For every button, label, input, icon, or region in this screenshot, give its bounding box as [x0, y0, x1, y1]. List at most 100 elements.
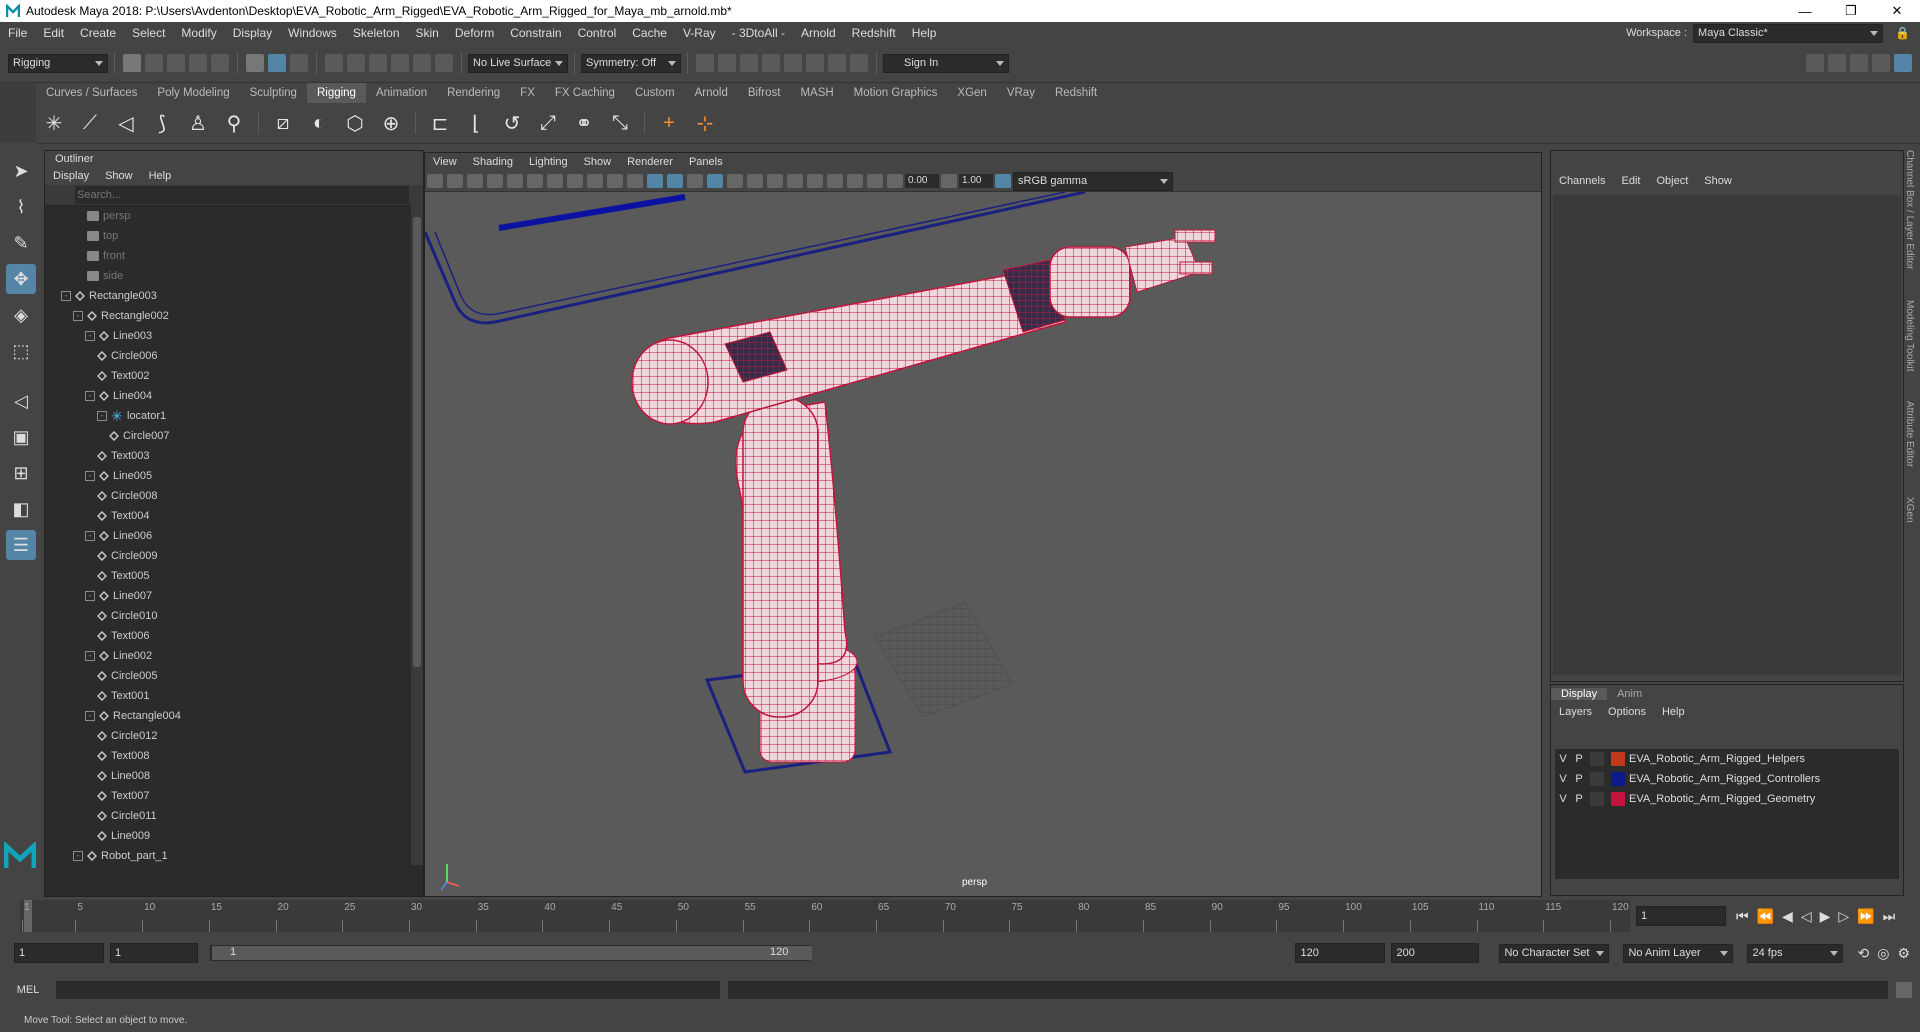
lock-icon[interactable]: 🔒: [1895, 26, 1910, 40]
shelf-tab-poly-modeling[interactable]: Poly Modeling: [147, 83, 239, 103]
smooth-bind-icon[interactable]: ⧄: [269, 109, 297, 137]
outliner-row[interactable]: Text001: [45, 686, 423, 706]
object-menu[interactable]: Object: [1648, 175, 1696, 187]
menu-skin[interactable]: Skin: [408, 26, 447, 40]
layer-type-toggle[interactable]: [1590, 772, 1604, 786]
move-tool-icon[interactable]: ✥: [6, 264, 36, 294]
resolution-gate-icon[interactable]: [547, 174, 563, 188]
playback-end-field[interactable]: 120: [1295, 943, 1386, 963]
cluster-icon[interactable]: ⊕: [377, 109, 405, 137]
outliner-row[interactable]: Text003: [45, 446, 423, 466]
shelf-tab-motion-graphics[interactable]: Motion Graphics: [844, 83, 948, 103]
collapse-toggle[interactable]: -: [61, 291, 71, 301]
shelf-tab-custom[interactable]: Custom: [625, 83, 685, 103]
live-surface-dropdown[interactable]: No Live Surface: [468, 53, 568, 73]
command-input[interactable]: [56, 981, 720, 999]
outliner-row[interactable]: Text008: [45, 746, 423, 766]
collapse-toggle[interactable]: -: [85, 531, 95, 541]
collapse-toggle[interactable]: -: [85, 651, 95, 661]
gamma-field[interactable]: 1.00: [959, 174, 993, 188]
play-backwards-icon[interactable]: ◁: [1801, 908, 1812, 925]
outliner-row[interactable]: - Rectangle003: [45, 286, 423, 306]
collapse-toggle[interactable]: -: [73, 851, 83, 861]
smooth-shade-icon[interactable]: [667, 174, 683, 188]
shelf-tab-curves-surfaces[interactable]: Curves / Surfaces: [36, 83, 147, 103]
layer-type-toggle[interactable]: [1590, 792, 1604, 806]
scale-tool-icon[interactable]: ⬚: [6, 336, 36, 366]
collapse-toggle[interactable]: -: [97, 411, 107, 421]
outliner-row[interactable]: - Line007: [45, 586, 423, 606]
grid-toggle-icon[interactable]: [507, 174, 523, 188]
outliner-row[interactable]: - Line006: [45, 526, 423, 546]
close-button[interactable]: ✕: [1874, 3, 1920, 19]
playback-start-field[interactable]: 1: [110, 943, 198, 963]
outliner-row[interactable]: - Line003: [45, 326, 423, 346]
collapse-toggle[interactable]: -: [85, 391, 95, 401]
snap-curve-icon[interactable]: [347, 54, 365, 72]
exposure-icon[interactable]: [887, 174, 903, 188]
layer-name[interactable]: EVA_Robotic_Arm_Rigged_Controllers: [1629, 773, 1820, 785]
loop-icon[interactable]: ⟲: [1857, 945, 1869, 962]
snap-view-plane-icon[interactable]: [391, 54, 409, 72]
menu-constrain[interactable]: Constrain: [502, 26, 569, 40]
viewport-menu-renderer[interactable]: Renderer: [619, 156, 681, 168]
shelf-tab-redshift[interactable]: Redshift: [1045, 83, 1107, 103]
open-scene-icon[interactable]: [145, 54, 163, 72]
outliner-row[interactable]: - ✳ locator1: [45, 406, 423, 426]
layer-color-swatch[interactable]: [1611, 772, 1625, 786]
viewport-menu-view[interactable]: View: [425, 156, 465, 168]
add-plus-icon[interactable]: +: [655, 109, 683, 137]
ik-spline-icon[interactable]: ⟆: [148, 109, 176, 137]
viewport-menu-shading[interactable]: Shading: [465, 156, 521, 168]
step-forward-frame-icon[interactable]: ▷: [1838, 908, 1849, 925]
field-chart-icon[interactable]: [587, 174, 603, 188]
ik-handle-icon[interactable]: ◁: [112, 109, 140, 137]
wireframe-on-shaded-icon[interactable]: [707, 174, 723, 188]
four-view-icon[interactable]: ⊞: [6, 458, 36, 488]
snap-together-icon[interactable]: [435, 54, 453, 72]
menu-redshift[interactable]: Redshift: [844, 26, 904, 40]
outliner-row[interactable]: - Robot_part_1: [45, 846, 423, 866]
antialiasing-icon[interactable]: [827, 174, 843, 188]
outliner-row[interactable]: Circle005: [45, 666, 423, 686]
outliner-row[interactable]: Circle010: [45, 606, 423, 626]
render-current-icon[interactable]: [718, 54, 736, 72]
render-settings-icon[interactable]: [762, 54, 780, 72]
outliner-row[interactable]: Text002: [45, 366, 423, 386]
step-forward-key-icon[interactable]: ⏩: [1857, 908, 1874, 925]
menu-create[interactable]: Create: [72, 26, 124, 40]
pause-viewport-icon[interactable]: [850, 54, 868, 72]
shelf-tab-mash[interactable]: MASH: [790, 83, 843, 103]
outliner-row[interactable]: - Rectangle002: [45, 306, 423, 326]
viewport-scene[interactable]: [425, 190, 1541, 897]
use-all-lights-icon[interactable]: [747, 174, 763, 188]
outliner-layout-icon[interactable]: ☰: [6, 530, 36, 560]
workspace-dropdown[interactable]: Maya Classic*: [1693, 23, 1884, 43]
add-joint-plus-icon[interactable]: ⊹: [691, 109, 719, 137]
collapse-toggle[interactable]: -: [85, 711, 95, 721]
animation-start-field[interactable]: 1: [14, 943, 104, 963]
layer-color-swatch[interactable]: [1611, 752, 1625, 766]
xray-icon[interactable]: [727, 174, 743, 188]
select-component-icon[interactable]: [290, 54, 308, 72]
wireframe-icon[interactable]: [647, 174, 663, 188]
animation-preferences-icon[interactable]: ⚙: [1897, 945, 1910, 962]
options-menu[interactable]: Options: [1600, 706, 1654, 718]
go-to-start-icon[interactable]: ⏮: [1736, 908, 1749, 925]
modeling-toolkit-icon[interactable]: [1806, 54, 1824, 72]
anim-layer-dropdown[interactable]: No Anim Layer: [1623, 943, 1734, 963]
layer-color-swatch[interactable]: [1611, 792, 1625, 806]
film-gate-icon[interactable]: [527, 174, 543, 188]
tab-xgen[interactable]: XGen: [1904, 497, 1915, 523]
maximize-button[interactable]: ❐: [1828, 3, 1874, 19]
layers-menu[interactable]: Layers: [1551, 706, 1600, 718]
select-camera-icon[interactable]: [427, 174, 443, 188]
animation-end-field[interactable]: 200: [1391, 943, 1480, 963]
outliner-row[interactable]: Text004: [45, 506, 423, 526]
isolate-select-icon[interactable]: [847, 174, 863, 188]
menu-help[interactable]: Help: [904, 26, 945, 40]
outliner-row[interactable]: Circle009: [45, 546, 423, 566]
shelf-tab-fx-caching[interactable]: FX Caching: [545, 83, 625, 103]
lasso-tool-icon[interactable]: ⌇: [6, 192, 36, 222]
fps-dropdown[interactable]: 24 fps: [1747, 943, 1844, 963]
